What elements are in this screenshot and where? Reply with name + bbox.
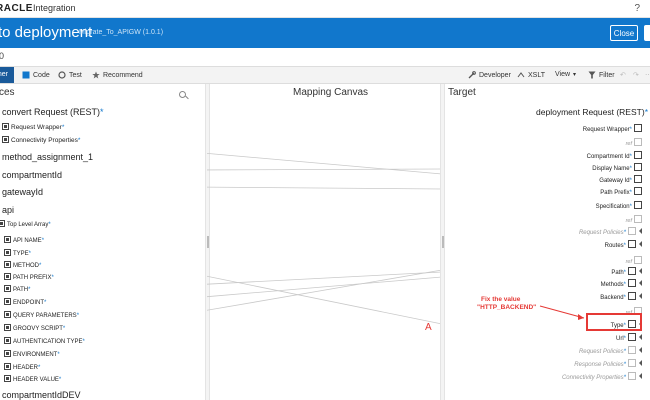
annotation-arrow <box>539 305 585 320</box>
highlight-box <box>586 313 642 331</box>
